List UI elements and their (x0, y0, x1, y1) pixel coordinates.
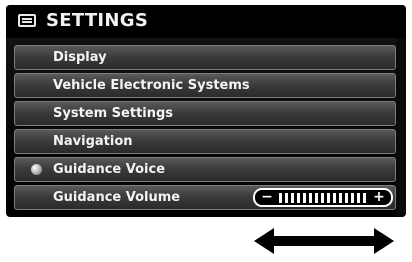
radio-dot-icon (31, 164, 42, 175)
settings-menu-icon (18, 14, 36, 27)
volume-level-bars (279, 193, 369, 203)
volume-bar-segment (345, 193, 348, 203)
menu-item-display[interactable]: Display (14, 45, 396, 70)
volume-bar-segment (339, 193, 342, 203)
volume-bar-segment (303, 193, 306, 203)
menu-item-label: Vehicle Electronic Systems (53, 78, 250, 93)
volume-bar-segment (297, 193, 300, 203)
volume-slider[interactable]: − + (253, 188, 393, 207)
menu-item-navigation[interactable]: Navigation (14, 129, 396, 154)
menu-item-system-settings[interactable]: System Settings (14, 101, 396, 126)
title-bar: SETTINGS (6, 5, 406, 38)
volume-bar-segment (327, 193, 330, 203)
volume-decrease-button[interactable]: − (259, 190, 275, 205)
volume-bar-segment (315, 193, 318, 203)
volume-bar-segment (363, 193, 366, 203)
volume-bar-segment (291, 193, 294, 203)
volume-bar-segment (285, 193, 288, 203)
volume-bar-segment (333, 193, 336, 203)
page-title: SETTINGS (46, 10, 149, 31)
volume-increase-button[interactable]: + (371, 190, 387, 205)
menu-item-label: Guidance Voice (53, 162, 166, 177)
scroll-track (396, 38, 406, 217)
menu-item-label: System Settings (53, 106, 174, 121)
menu-item-vehicle-electronic-systems[interactable]: Vehicle Electronic Systems (14, 73, 396, 98)
volume-bar-segment (357, 193, 360, 203)
menu-item-guidance-voice[interactable]: Guidance Voice (14, 157, 396, 182)
volume-bar-segment (309, 193, 312, 203)
menu-item-label: Guidance Volume (53, 190, 181, 205)
menu-item-label: Display (53, 50, 107, 65)
volume-bar-segment (351, 193, 354, 203)
menu-item-label: Navigation (53, 134, 133, 149)
volume-bar-segment (321, 193, 324, 203)
settings-screen: SETTINGS Display Vehicle Electronic Syst… (6, 5, 406, 217)
volume-bar-segment (279, 193, 282, 203)
double-headed-arrow-icon (254, 228, 394, 254)
menu-item-guidance-volume[interactable]: Guidance Volume − + (14, 185, 396, 210)
